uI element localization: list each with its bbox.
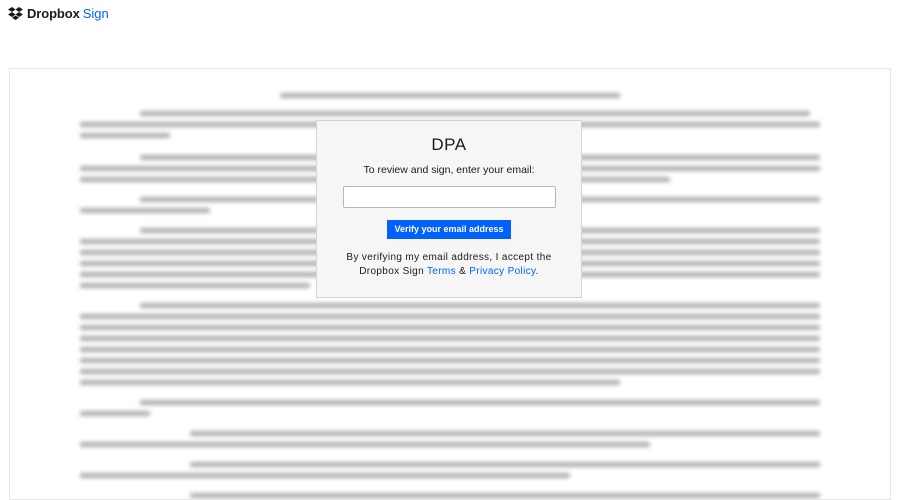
blurred-text-line xyxy=(80,358,820,363)
dropbox-icon xyxy=(8,6,23,20)
terms-link[interactable]: Terms xyxy=(427,266,456,277)
blurred-text-line xyxy=(140,111,810,116)
blurred-text-line xyxy=(140,400,820,405)
dropbox-sign-logo[interactable]: Dropbox Sign xyxy=(8,5,109,21)
consent-and: & xyxy=(459,266,467,277)
dialog-prompt: To review and sign, enter your email: xyxy=(363,164,535,176)
blurred-text-line xyxy=(80,347,820,352)
blurred-text-line xyxy=(80,336,820,341)
consent-text: By verifying my email address, I accept … xyxy=(325,251,573,279)
logo-product-text: Sign xyxy=(82,5,109,21)
privacy-policy-link[interactable]: Privacy Policy xyxy=(469,266,535,277)
consent-suffix: . xyxy=(535,266,539,277)
blurred-text-line xyxy=(80,314,820,319)
blurred-text-line xyxy=(190,462,820,467)
blurred-text-line xyxy=(80,133,170,138)
blurred-text-line xyxy=(80,380,620,385)
verify-email-dialog: DPA To review and sign, enter your email… xyxy=(316,120,582,298)
dialog-title: DPA xyxy=(431,135,467,154)
logo-brand-text: Dropbox xyxy=(27,5,80,21)
blurred-text-line xyxy=(280,93,620,98)
blurred-text-line xyxy=(140,303,820,308)
blurred-text-line xyxy=(80,473,570,478)
verify-email-button[interactable]: Verify your email address xyxy=(387,220,511,239)
blurred-text-line xyxy=(80,325,820,330)
blurred-text-line xyxy=(80,208,210,213)
blurred-text-line xyxy=(80,411,150,416)
blurred-text-line xyxy=(190,493,820,498)
email-input[interactable] xyxy=(342,186,556,208)
blurred-text-line xyxy=(80,283,310,288)
blurred-text-line xyxy=(190,431,820,436)
blurred-text-line xyxy=(80,442,650,447)
blurred-text-line xyxy=(80,369,820,374)
